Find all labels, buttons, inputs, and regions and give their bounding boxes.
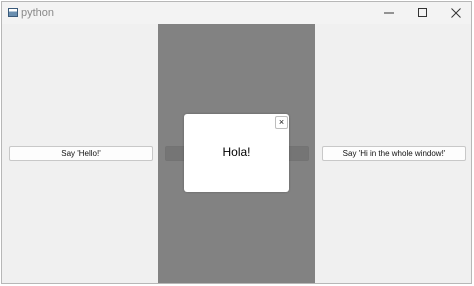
minimize-button[interactable] [373,2,405,24]
close-window-button[interactable] [440,2,471,24]
title-bar[interactable]: python [2,2,471,24]
app-window: python Say 'Hello!' Say 'Hi in the whole… [1,1,472,284]
popup-message: Hola! [222,145,251,159]
say-hi-whole-window-button[interactable]: Say 'Hi in the whole window!' [322,146,466,161]
minimize-icon [384,12,394,14]
window-title: python [21,7,55,19]
close-icon [451,8,461,18]
popup-dialog: × Hola! [184,114,289,192]
client-area: Say 'Hello!' Say 'Hi in the whole window… [2,24,471,283]
maximize-button[interactable] [407,2,439,24]
maximize-icon [418,8,427,17]
popup-close-button[interactable]: × [275,116,288,129]
say-hello-button[interactable]: Say 'Hello!' [9,146,153,161]
python-app-icon [8,8,18,17]
